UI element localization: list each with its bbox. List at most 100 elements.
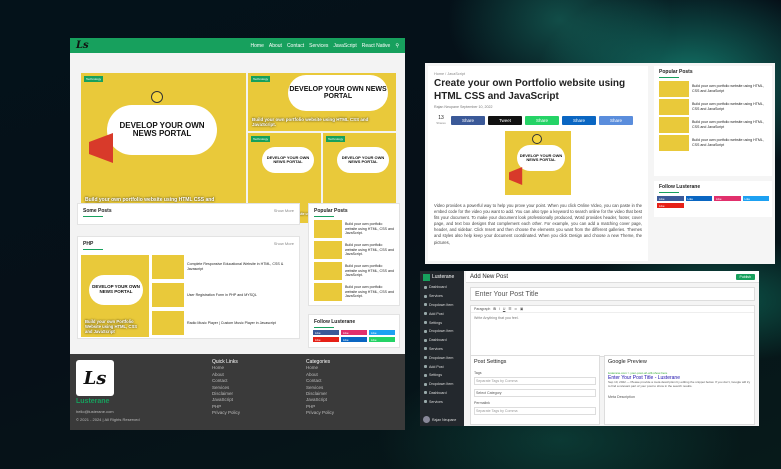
whatsapp-button[interactable]: Like — [369, 337, 395, 342]
admin-user[interactable]: Rajan Neupane — [423, 416, 456, 423]
nav-services[interactable]: Services — [309, 43, 328, 49]
hero-top-right-post[interactable]: Technology DEVELOP YOUR OWN NEWS PORTAL … — [248, 73, 396, 131]
popular-item[interactable]: Build your own portfolio website using H… — [659, 81, 767, 97]
footer-copyright: © 2021 - 2024 | All Rights Reserved — [76, 417, 140, 422]
nav-home[interactable]: Home — [251, 43, 264, 49]
widget-title: Follow Lusterane — [314, 319, 356, 325]
popular-item-title[interactable]: Build your own portfolio website using H… — [692, 102, 767, 111]
sidebar-item[interactable]: Settings — [420, 318, 464, 327]
show-more-link[interactable]: Show More — [274, 208, 294, 213]
more-share-button[interactable]: Share — [599, 115, 633, 125]
widget-title: Follow Lusterane — [659, 184, 701, 190]
post-title-input[interactable]: Enter Your Post Title — [470, 287, 755, 301]
popular-item[interactable]: Build your own portfolio website using H… — [314, 220, 394, 238]
page-title: Add New Post — [470, 273, 509, 280]
article-meta: Rajan Neupane September 10, 2022 — [434, 105, 493, 109]
category-tag[interactable]: Technology — [84, 76, 104, 82]
search-icon[interactable]: ⚲ — [395, 43, 399, 49]
popular-item-title[interactable]: Build your own portfolio website using H… — [345, 285, 394, 299]
list-icon[interactable]: ☰ — [508, 307, 511, 311]
list-item-title[interactable]: User Registration Form in PHP and MYSQL — [187, 293, 257, 298]
linkedin-button[interactable]: Like — [341, 337, 367, 342]
link-icon[interactable]: ∞ — [515, 307, 518, 311]
popular-item[interactable]: Build your own portfolio website using H… — [659, 117, 767, 133]
linkedin-share-button[interactable]: Share — [562, 115, 596, 125]
list-item[interactable]: Radio Music Player | Custom Music Player… — [152, 311, 297, 335]
popular-posts-widget: Popular Posts Build your own portfolio w… — [308, 203, 400, 306]
underline-icon[interactable]: U — [503, 307, 506, 311]
sidebar-item[interactable]: Dropdown Item — [420, 301, 464, 310]
italic-icon[interactable]: I — [499, 307, 500, 311]
category-tag[interactable]: Technology — [326, 136, 346, 142]
sidebar-item[interactable]: Settings — [420, 371, 464, 380]
popular-item[interactable]: Build your own portfolio website using H… — [659, 135, 767, 151]
divider — [314, 216, 334, 217]
tags-input[interactable]: Separate Tags by Comma — [474, 377, 596, 385]
popular-item[interactable]: Build your own portfolio website using H… — [659, 99, 767, 115]
footer-link[interactable]: Privacy Policy — [212, 410, 240, 416]
list-item-title[interactable]: Radio Music Player | Custom Music Player… — [187, 321, 276, 326]
site-logo[interactable]: Ls — [76, 40, 89, 51]
bold-icon[interactable]: B — [493, 307, 496, 311]
popular-item[interactable]: Build your own portfolio website using H… — [314, 241, 394, 259]
publish-button[interactable]: Publish — [735, 273, 755, 280]
popular-item-title[interactable]: Build your own portfolio website using H… — [692, 84, 767, 93]
php-main-caption[interactable]: Build your own Portfolio Website using H… — [85, 319, 145, 334]
permalink-input[interactable]: Separate Tags by Comma — [474, 407, 596, 415]
sidebar-item[interactable]: Add Post — [420, 362, 464, 371]
sidebar-item[interactable]: Services — [420, 345, 464, 354]
sidebar-item[interactable]: Services — [420, 292, 464, 301]
list-item-title[interactable]: Complete Responsive Educational Website … — [187, 262, 297, 271]
php-section: PHP Show More DEVELOP YOUR OWN NEWS PORT… — [77, 236, 300, 339]
whatsapp-share-button[interactable]: Share — [525, 115, 559, 125]
facebook-button[interactable]: Like — [657, 196, 684, 201]
twitter-share-button[interactable]: Tweet — [488, 115, 522, 125]
sidebar-item[interactable]: Dashboard — [420, 336, 464, 345]
category-tag[interactable]: Technology — [251, 76, 271, 82]
category-tag[interactable]: Technology — [251, 136, 271, 142]
top-navbar: Ls Home About Contact Services JavaScrip… — [70, 38, 405, 53]
nav-about[interactable]: About — [269, 43, 282, 49]
list-item[interactable]: Complete Responsive Educational Website … — [152, 255, 297, 279]
format-select[interactable]: Paragraph — [474, 307, 490, 311]
youtube-button[interactable]: Like — [313, 337, 339, 342]
popular-item-title[interactable]: Build your own portfolio website using H… — [345, 222, 394, 236]
editor-content[interactable]: Write Anything that you feel. — [471, 313, 754, 323]
popular-item-title[interactable]: Build your own portfolio website using H… — [692, 120, 767, 129]
linkedin-button[interactable]: Like — [685, 196, 712, 201]
breadcrumb[interactable]: Home / JavaScript — [428, 66, 648, 78]
footer-email[interactable]: hello@lusterane.com — [76, 409, 114, 414]
nav-javascript[interactable]: JavaScript — [333, 43, 356, 49]
nav-contact[interactable]: Contact — [287, 43, 304, 49]
popular-item-title[interactable]: Build your own portfolio website using H… — [692, 138, 767, 147]
popular-item-title[interactable]: Build your own portfolio website using H… — [345, 264, 394, 278]
hero-main-post[interactable]: Technology DEVELOP YOUR OWN NEWS PORTAL … — [81, 73, 246, 223]
follow-widget: Follow Lusterane Like Like Like Like Lik… — [308, 314, 400, 348]
sidebar-item[interactable]: Services — [420, 397, 464, 406]
php-main-post[interactable]: DEVELOP YOUR OWN NEWS PORTAL Build your … — [81, 255, 149, 337]
twitter-button[interactable]: Like — [742, 196, 769, 201]
popular-item-title[interactable]: Build your own portfolio website using H… — [345, 243, 394, 257]
list-item[interactable]: User Registration Form in PHP and MYSQL — [152, 283, 297, 307]
hero-top-right-caption[interactable]: Build your own portfolio website using H… — [252, 117, 392, 127]
facebook-share-button[interactable]: Share — [451, 115, 485, 125]
sidebar-item[interactable]: Add Post — [420, 309, 464, 318]
sidebar-item[interactable]: Dashboard — [420, 283, 464, 292]
show-more-link[interactable]: Show More — [274, 241, 294, 246]
popular-item[interactable]: Build your own portfolio website using H… — [314, 283, 394, 301]
instagram-button[interactable]: Like — [714, 196, 741, 201]
twitter-button[interactable]: Like — [369, 330, 395, 335]
popular-item[interactable]: Build your own portfolio website using H… — [314, 262, 394, 280]
sidebar-item[interactable]: Dropdown Item — [420, 380, 464, 389]
sidebar-item[interactable]: Dropdown Item — [420, 327, 464, 336]
sidebar-item[interactable]: Dashboard — [420, 389, 464, 398]
youtube-button[interactable]: Like — [657, 203, 684, 208]
sidebar-item[interactable]: Dropdown Item — [420, 353, 464, 362]
category-select[interactable]: Select Category — [474, 389, 596, 397]
instagram-button[interactable]: Like — [341, 330, 367, 335]
post-editor[interactable]: Paragraph BIU ☰ ∞ ▣ Write Anything that yo… — [470, 305, 755, 357]
footer-link[interactable]: Privacy Policy — [306, 410, 334, 416]
image-icon[interactable]: ▣ — [520, 307, 523, 311]
nav-react-native[interactable]: React Native — [362, 43, 391, 49]
facebook-button[interactable]: Like — [313, 330, 339, 335]
